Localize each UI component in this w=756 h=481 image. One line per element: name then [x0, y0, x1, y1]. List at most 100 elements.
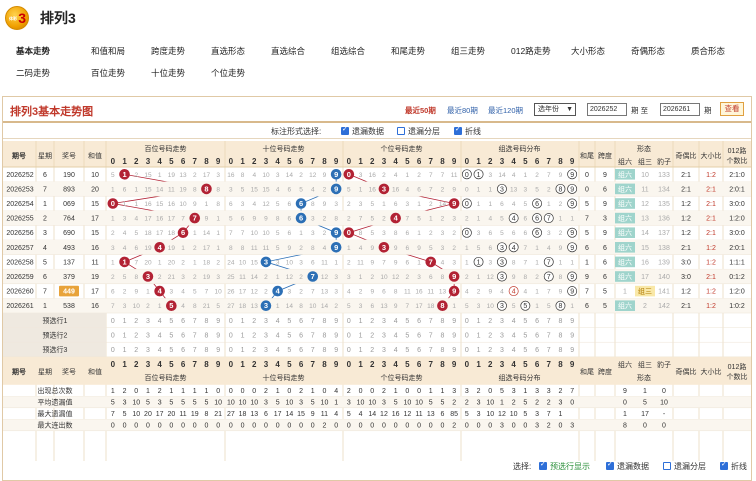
ge-missing-cell: 5 [429, 245, 433, 252]
forecast-digit: 8 [322, 332, 326, 339]
checkbox-icon[interactable] [454, 125, 462, 135]
option-polyline[interactable]: 折线 [454, 125, 481, 137]
daxiao-cell: 1:2 [706, 172, 716, 179]
zu6-cell: 1 [623, 289, 627, 296]
stat-cell: 7 [570, 388, 574, 395]
forecast-digit: 1 [359, 332, 363, 339]
nav-item[interactable]: 直选形态 [195, 40, 255, 62]
option-missing-data-footer[interactable]: 遗漏数据 [606, 460, 649, 472]
query-button[interactable]: 查看 [720, 102, 744, 116]
bai-missing-cell: 1 [158, 259, 162, 266]
panel-title: 排列3基本走势图 [10, 106, 94, 118]
zu-missing-cell: 5 [547, 303, 551, 310]
nav-item[interactable]: 质合形态 [675, 40, 735, 62]
nav-item[interactable]: 基本走势 [0, 40, 75, 62]
digit-header: 7 [429, 360, 434, 369]
zu3-cell: 13 [641, 216, 649, 223]
digit-header: 3 [500, 157, 505, 166]
checkbox-icon[interactable] [606, 460, 614, 470]
daxiao-cell: 2:1 [706, 216, 716, 223]
zu3-cell: 12 [641, 201, 649, 208]
ge-missing-cell: 3 [359, 303, 363, 310]
from-issue-input[interactable]: 2026252 [587, 103, 627, 116]
forecast-digit: 2 [252, 332, 256, 339]
stat-cell: 5 [394, 400, 398, 407]
forecast-digit: 9 [570, 347, 574, 354]
nav-item[interactable]: 个位走势 [195, 62, 255, 84]
forecast-digit: 9 [570, 332, 574, 339]
zu-missing-cell: 2 [465, 216, 469, 223]
year-select[interactable]: 选年份 [534, 103, 576, 116]
checkbox-icon[interactable] [341, 125, 349, 135]
stat-cell: 3 [512, 388, 516, 395]
zu3-cell: 2 [643, 303, 647, 310]
nav-item[interactable]: 百位走势 [75, 62, 135, 84]
zu-hit-number: 1 [477, 259, 481, 266]
nav-item[interactable]: 大小形态 [555, 40, 615, 62]
range-120-link[interactable]: 最近120期 [488, 105, 523, 116]
option-missing-layer[interactable]: 遗漏分层 [397, 126, 440, 137]
range-50-link[interactable]: 最近50期 [405, 105, 436, 116]
stat-cell: 0 [204, 423, 208, 430]
row-stripe [3, 419, 751, 431]
zu-group-header: 组选号码分布 [499, 144, 541, 153]
ge-missing-cell: 8 [359, 230, 363, 237]
stat-cell: 2 [465, 400, 469, 407]
lu012-cell: 2:0:1 [729, 186, 745, 193]
nav-item[interactable]: 和尾走势 [375, 40, 435, 62]
forecast-digit: 4 [276, 332, 280, 339]
zu-missing-cell: 9 [488, 289, 492, 296]
to-issue-input[interactable]: 2026261 [660, 103, 700, 116]
week-cell: 6 [43, 274, 47, 281]
forecast-digit: 3 [500, 347, 504, 354]
nav-item[interactable]: 和值和局 [75, 40, 135, 62]
digit-header: 6 [181, 157, 186, 166]
bai-missing-cell: 4 [123, 245, 127, 252]
nav-item[interactable]: 组三走势 [435, 40, 495, 62]
digit-header: 4 [275, 360, 280, 369]
nav-item[interactable]: 二码走势 [0, 62, 75, 84]
checkbox-icon[interactable] [663, 462, 671, 470]
stat-cell: 10 [227, 400, 235, 407]
forecast-digit: 7 [547, 332, 551, 339]
checkbox-icon[interactable] [720, 460, 728, 470]
forecast-digit: 7 [193, 347, 197, 354]
shi-missing-cell: 7 [311, 289, 315, 296]
ge-missing-cell: 2 [441, 186, 445, 193]
bai-missing-cell: 2 [216, 259, 220, 266]
digit-header: 7 [193, 360, 198, 369]
ge-missing-cell: 2 [429, 230, 433, 237]
ge-group-header: 个位号码走势 [381, 144, 423, 153]
nav-item[interactable]: 组选综合 [315, 40, 375, 62]
stat-cell: 85 [450, 411, 458, 418]
ge-missing-cell: 3 [359, 172, 363, 179]
stat-cell: 0 [252, 423, 256, 430]
option-missing-layer-footer[interactable]: 遗漏分层 [663, 461, 706, 472]
nav-item[interactable]: 直选综合 [255, 40, 315, 62]
nav-item[interactable]: 十位走势 [135, 62, 195, 84]
nav-item[interactable]: 012路走势 [495, 40, 555, 62]
option-forecast-rows[interactable]: 预选行显示 [539, 460, 590, 472]
shi-missing-cell: 17 [239, 289, 247, 296]
option-polyline-footer[interactable]: 折线 [720, 460, 747, 472]
ge-missing-cell: 3 [452, 216, 456, 223]
option-missing-data[interactable]: 遗漏数据 [341, 125, 384, 137]
stat-cell: 17 [274, 411, 282, 418]
forecast-digit: 7 [193, 318, 197, 325]
range-80-link[interactable]: 最近80期 [447, 105, 478, 116]
ge-group-header: 个位号码走势 [381, 373, 423, 382]
checkbox-icon[interactable] [539, 460, 547, 470]
kuadu-cell: 9 [603, 172, 607, 179]
daxiao-cell: 1:2 [706, 259, 716, 266]
shi-missing-cell: 14 [286, 303, 294, 310]
ge-missing-cell: 6 [394, 201, 398, 208]
nav-item[interactable]: 跨度走势 [135, 40, 195, 62]
stat-cell: 11 [415, 411, 422, 418]
checkbox-icon[interactable] [397, 127, 405, 135]
nav-item[interactable]: 奇偶形态 [615, 40, 675, 62]
forecast-digit: 0 [347, 347, 351, 354]
shi-missing-cell: 15 [251, 259, 259, 266]
bai-missing-cell: 18 [144, 230, 152, 237]
shi-missing-cell: 2 [299, 274, 303, 281]
stat-cell: 20 [167, 411, 175, 418]
